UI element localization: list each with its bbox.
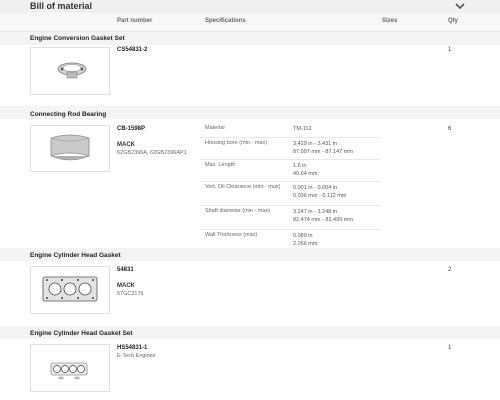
col-qty: Qty	[448, 18, 459, 24]
product-image[interactable]	[30, 47, 110, 95]
spec-row: Shaft diameter (min - max) 3.247 in - 3.…	[200, 205, 380, 230]
bom-header: Bill of material	[0, 0, 500, 14]
spec-value: 0.089 in 2.266 mm	[293, 233, 318, 247]
part-number[interactable]: HS54831-1	[117, 345, 147, 351]
spec-row: Housing bore (min - max) 3.429 in - 3.43…	[200, 137, 380, 160]
column-header-row: Part number Specifications Sizes Qty	[0, 13, 500, 32]
head-gasket-image	[31, 267, 109, 313]
product-image[interactable]	[30, 125, 110, 172]
spec-label: Wall Thickness (max)	[205, 232, 258, 238]
part-number[interactable]: CB-1598P	[117, 126, 145, 132]
section-title: Connecting Rod Bearing	[30, 111, 107, 118]
col-part-number: Part number	[117, 18, 153, 24]
brand-name: MACK	[117, 142, 135, 148]
quantity: 2	[448, 267, 452, 273]
spec-row: Material TM-112	[200, 122, 380, 138]
spec-label: Shaft diameter (min - max)	[205, 208, 271, 214]
part-number[interactable]: 54831	[117, 267, 134, 273]
spec-row: Vert. Oil Clearance (min - max) 0.001 in…	[200, 181, 380, 206]
spec-value: 0.001 in - 0.004 in 0.036 mm - 0.112 mm	[293, 185, 347, 199]
spec-value: 3.247 in - 3.248 in 82.474 mm - 82.499 mm	[293, 209, 353, 223]
section-title: Engine Conversion Gasket Set	[30, 35, 125, 42]
spec-row: Max. Length 1.6 in 40.64 mm	[200, 159, 380, 182]
spec-label: Vert. Oil Clearance (min - max)	[205, 184, 281, 190]
section-title: Engine Cylinder Head Gasket Set	[30, 330, 133, 337]
alt-part-numbers: 57GC2176	[117, 291, 144, 297]
part-number[interactable]: CS54831-2	[117, 47, 147, 53]
spec-value: TM-112	[293, 126, 312, 132]
spec-label: Max. Length	[205, 162, 236, 168]
spec-value: 3.429 in - 3.431 in 87.097 mm - 87.147 mm	[293, 141, 353, 155]
gasket-kit-image	[31, 345, 109, 391]
bearing-image	[31, 126, 109, 171]
quantity: 6	[448, 126, 452, 132]
gasket-set-image	[31, 48, 109, 94]
spec-label: Housing bore (min - max)	[205, 140, 268, 146]
quantity: 1	[448, 345, 452, 351]
col-sizes: Sizes	[382, 18, 398, 24]
spec-value: 1.6 in 40.64 mm	[293, 163, 318, 177]
section-title: Engine Cylinder Head Gasket	[30, 252, 121, 259]
product-image[interactable]	[30, 344, 110, 392]
alt-part-numbers: 62GB2396A, 62GB2396AP1	[117, 150, 187, 156]
col-specifications: Specifications	[205, 18, 246, 24]
part-note: E-Tech Engines	[117, 353, 156, 359]
chevron-down-icon[interactable]	[454, 0, 466, 12]
product-image[interactable]	[30, 266, 110, 314]
spec-label: Material	[205, 125, 225, 131]
quantity: 1	[448, 47, 452, 53]
bom-title: Bill of material	[30, 1, 93, 11]
brand-name: MACK	[117, 283, 135, 289]
